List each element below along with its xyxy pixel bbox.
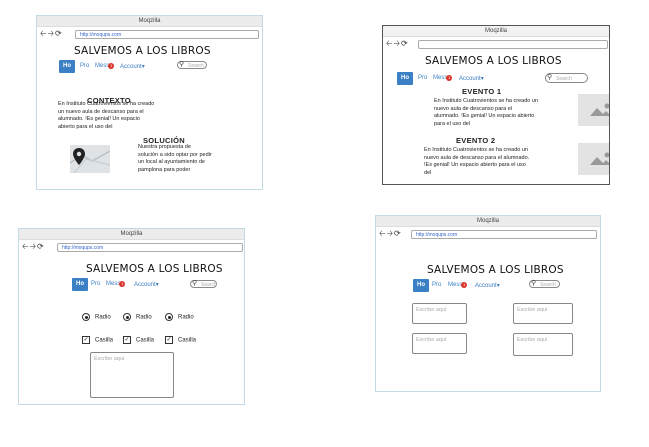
url-bar[interactable]: http://moqups.com <box>57 243 243 252</box>
nav-messages-link[interactable]: Mess1 <box>448 282 468 288</box>
evento1-text: En Instituto Cuatrovientos se ha creado … <box>434 98 538 127</box>
chevron-down-icon: ▾ <box>141 64 145 70</box>
evento2-image <box>578 143 609 175</box>
evento1-image <box>578 94 609 126</box>
chevron-down-icon: ▾ <box>155 282 159 288</box>
reload-icon[interactable]: ⟳ <box>394 229 402 238</box>
search-icon: ⚲ <box>192 280 198 287</box>
browser-window-form-controls: Moqzilla 🡠🡢⟳ http://moqups.com SALVEMOS … <box>18 228 245 405</box>
evento1-heading: EVENTO 1 <box>462 87 502 96</box>
search-input[interactable]: ⚲ Search <box>177 61 207 69</box>
browser-toolbar: 🡠🡢⟳ http://moqups.com <box>37 27 262 41</box>
search-icon: ⚲ <box>531 280 537 287</box>
nav-account-link[interactable]: Account▾ <box>120 63 145 70</box>
text-field-3[interactable]: Escribe aquí <box>412 333 467 354</box>
window-title: Moqzilla <box>376 216 600 227</box>
nav-home-button[interactable]: Ho <box>413 279 429 292</box>
nav-pro-link[interactable]: Pro <box>80 63 89 69</box>
nav-pro-link[interactable]: Pro <box>418 75 427 81</box>
text-field-1[interactable]: Escribe aquí <box>412 303 467 324</box>
site-nav: Ho Pro Mess1 Account▾ <box>59 60 169 73</box>
radio-button <box>123 313 131 321</box>
notification-badge: 1 <box>446 75 453 81</box>
check-icon: ✓ <box>123 336 131 344</box>
radio-option-3[interactable]: Radio <box>165 313 194 321</box>
site-brand: SALVEMOS A LOS LIBROS <box>74 45 211 57</box>
comment-textarea[interactable]: Escribe aquí <box>90 352 174 398</box>
nav-messages-link[interactable]: Mess1 <box>433 75 453 81</box>
window-title: Moqzilla <box>19 229 244 240</box>
browser-window-contexto: Moqzilla 🡠🡢⟳ http://moqups.com SALVEMOS … <box>36 15 263 190</box>
nav-messages-link[interactable]: Mess1 <box>106 281 126 287</box>
text-field-4[interactable]: Escribe aquí <box>513 333 573 356</box>
site-nav: Ho Pro Mess1 Account▾ <box>72 278 182 291</box>
nav-home-button[interactable]: Ho <box>59 60 75 73</box>
notification-badge: 1 <box>119 281 126 287</box>
map-placeholder <box>69 145 111 174</box>
search-input[interactable]: ⚲ Search <box>529 280 560 288</box>
reload-icon[interactable]: ⟳ <box>55 29 63 38</box>
radio-button <box>82 313 90 321</box>
nav-pro-link[interactable]: Pro <box>91 281 100 287</box>
reload-icon[interactable]: ⟳ <box>37 242 45 251</box>
solucion-text: Nuestra propuesta de solución a sido opt… <box>138 144 212 173</box>
image-icon <box>590 152 609 165</box>
browser-window-text-fields: Moqzilla 🡠🡢⟳ http://moqups.com SALVEMOS … <box>375 215 601 392</box>
radio-option-1[interactable]: Radio <box>82 313 111 321</box>
nav-account-link[interactable]: Account▾ <box>134 281 159 288</box>
search-input[interactable]: ⚲ Search <box>190 280 217 288</box>
text-field-2[interactable]: Escribe aquí <box>513 303 573 324</box>
browser-toolbar: 🡠🡢⟳ <box>383 37 609 51</box>
evento2-text: En Instituto Cuatrovientos se ha creado … <box>424 147 530 176</box>
url-bar[interactable]: http://moqups.com <box>75 30 259 39</box>
reload-icon[interactable]: ⟳ <box>401 39 409 48</box>
check-icon: ✓ <box>165 336 173 344</box>
site-brand: SALVEMOS A LOS LIBROS <box>86 263 223 275</box>
contexto-text: En Instituto Cuatrovientos se ha creado … <box>58 101 155 130</box>
search-icon: ⚲ <box>547 74 553 81</box>
chevron-down-icon: ▾ <box>496 283 500 289</box>
arrow-right-icon[interactable]: 🡢 <box>29 242 37 251</box>
url-bar[interactable] <box>418 40 608 49</box>
search-input[interactable]: ⚲ Search <box>545 73 588 83</box>
checkbox-option-3[interactable]: ✓ Casilla <box>165 336 196 344</box>
arrow-right-icon[interactable]: 🡢 <box>393 39 401 48</box>
window-title: Moqzilla <box>37 16 262 27</box>
image-icon <box>590 103 609 116</box>
browser-window-eventos: Moqzilla 🡠🡢⟳ SALVEMOS A LOS LIBROS Ho Pr… <box>382 25 610 185</box>
nav-messages-link[interactable]: Mess1 <box>95 63 115 69</box>
nav-home-button[interactable]: Ho <box>397 72 413 85</box>
search-icon: ⚲ <box>179 61 185 68</box>
nav-home-button[interactable]: Ho <box>72 278 88 291</box>
nav-account-link[interactable]: Account▾ <box>459 75 484 82</box>
radio-button <box>165 313 173 321</box>
arrow-right-icon[interactable]: 🡢 <box>386 229 394 238</box>
evento2-heading: EVENTO 2 <box>456 136 496 145</box>
checkbox-option-2[interactable]: ✓ Casilla <box>123 336 154 344</box>
site-brand: SALVEMOS A LOS LIBROS <box>427 264 564 276</box>
radio-option-2[interactable]: Radio <box>123 313 152 321</box>
chevron-down-icon: ▾ <box>480 76 484 82</box>
window-title: Moqzilla <box>383 26 609 37</box>
checkbox-option-1[interactable]: ✓ Casilla <box>82 336 113 344</box>
browser-toolbar: 🡠🡢⟳ http://moqups.com <box>19 240 244 254</box>
arrow-right-icon[interactable]: 🡢 <box>47 29 55 38</box>
browser-toolbar: 🡠🡢⟳ http://moqups.com <box>376 227 600 241</box>
map-pin-icon <box>69 148 111 174</box>
site-brand: SALVEMOS A LOS LIBROS <box>425 55 562 67</box>
nav-account-link[interactable]: Account▾ <box>475 282 500 289</box>
site-nav: Ho Pro Mess1 Account▾ <box>397 72 507 85</box>
nav-pro-link[interactable]: Pro <box>432 282 441 288</box>
url-bar[interactable]: http://moqups.com <box>411 230 597 239</box>
site-nav: Ho Pro Mess1 Account▾ <box>413 279 523 292</box>
check-icon: ✓ <box>82 336 90 344</box>
notification-badge: 1 <box>108 63 115 69</box>
notification-badge: 1 <box>461 282 468 288</box>
